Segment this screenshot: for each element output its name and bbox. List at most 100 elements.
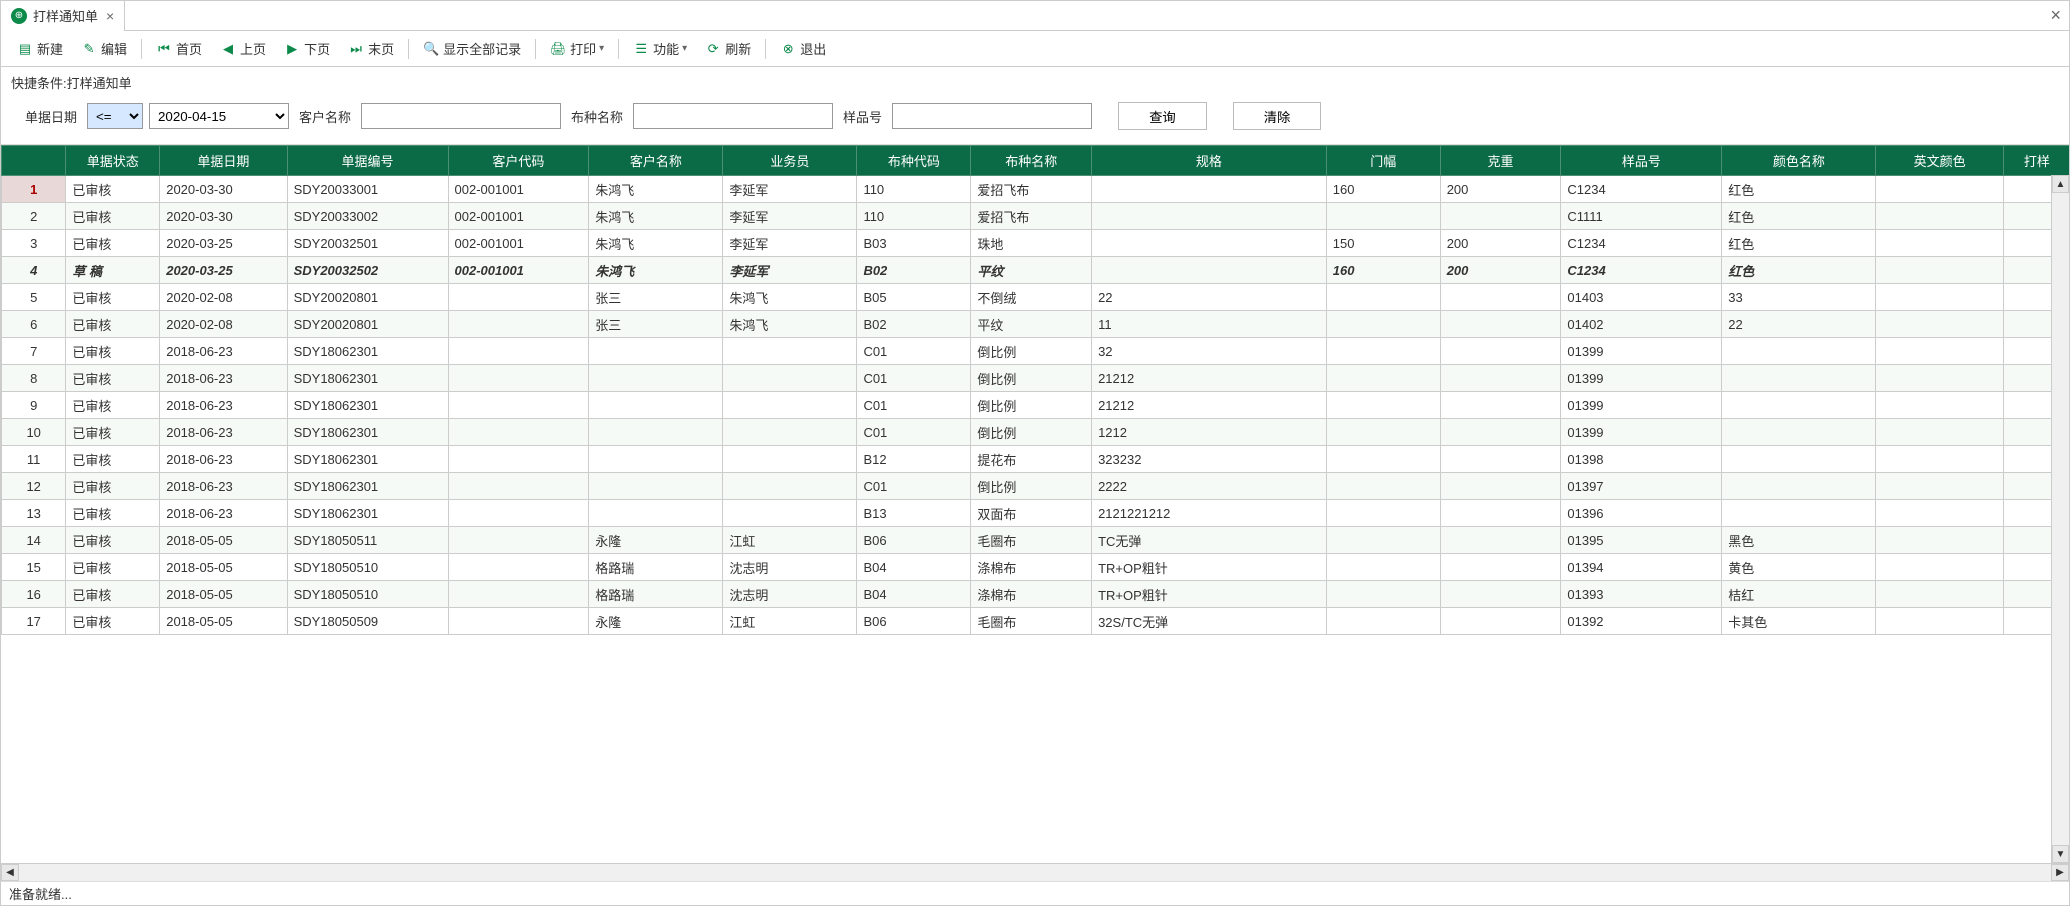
row-number[interactable]: 2	[2, 203, 66, 230]
cell-width[interactable]	[1326, 419, 1440, 446]
cell-ecolor[interactable]	[1876, 365, 2003, 392]
column-header[interactable]: 客户代码	[448, 146, 589, 176]
cell-date[interactable]: 2018-06-23	[160, 392, 287, 419]
cell-color[interactable]	[1722, 365, 1876, 392]
row-number[interactable]: 5	[2, 284, 66, 311]
cell-spec[interactable]: 2121221212	[1092, 500, 1327, 527]
cell-spec[interactable]: 11	[1092, 311, 1327, 338]
column-header[interactable]: 业务员	[723, 146, 857, 176]
first-page-button[interactable]: ⏮ 首页	[148, 36, 210, 61]
cell-code[interactable]: SDY18062301	[287, 365, 448, 392]
cell-code[interactable]: SDY20032501	[287, 230, 448, 257]
cell-spec[interactable]: 32S/TC无弹	[1092, 608, 1327, 635]
cell-color[interactable]	[1722, 446, 1876, 473]
cell-fcode[interactable]: B13	[857, 500, 971, 527]
cell-fname[interactable]: 倒比例	[971, 419, 1092, 446]
cell-weight[interactable]	[1440, 284, 1561, 311]
row-number[interactable]: 4	[2, 257, 66, 284]
column-header[interactable]: 克重	[1440, 146, 1561, 176]
table-row[interactable]: 6已审核2020-02-08SDY20020801张三朱鸿飞B02平纹11014…	[2, 311, 2070, 338]
column-header[interactable]	[2, 146, 66, 176]
cell-fcode[interactable]: B06	[857, 608, 971, 635]
cell-code[interactable]: SDY20032502	[287, 257, 448, 284]
cell-code[interactable]: SDY18050510	[287, 554, 448, 581]
cell-fcode[interactable]: C01	[857, 473, 971, 500]
cell-width[interactable]	[1326, 311, 1440, 338]
cell-fname[interactable]: 双面布	[971, 500, 1092, 527]
cell-code[interactable]: SDY18062301	[287, 500, 448, 527]
cell-spec[interactable]	[1092, 257, 1327, 284]
cell-status[interactable]: 已审核	[66, 176, 160, 203]
cell-width[interactable]	[1326, 392, 1440, 419]
row-number[interactable]: 8	[2, 365, 66, 392]
cell-weight[interactable]	[1440, 608, 1561, 635]
cell-sample[interactable]: 01395	[1561, 527, 1722, 554]
cell-sales[interactable]: 江虹	[723, 608, 857, 635]
table-row[interactable]: 2已审核2020-03-30SDY20033002002-001001朱鸿飞李延…	[2, 203, 2070, 230]
row-number[interactable]: 10	[2, 419, 66, 446]
cell-status[interactable]: 已审核	[66, 230, 160, 257]
cell-cname[interactable]	[589, 473, 723, 500]
fabric-input[interactable]	[633, 103, 833, 129]
cell-ecolor[interactable]	[1876, 581, 2003, 608]
query-button[interactable]: 查询	[1118, 102, 1207, 130]
cell-date[interactable]: 2020-03-30	[160, 203, 287, 230]
row-number[interactable]: 14	[2, 527, 66, 554]
cell-color[interactable]	[1722, 392, 1876, 419]
cell-sales[interactable]	[723, 338, 857, 365]
column-header[interactable]: 规格	[1092, 146, 1327, 176]
cell-sales[interactable]	[723, 419, 857, 446]
cell-color[interactable]: 红色	[1722, 230, 1876, 257]
cell-weight[interactable]	[1440, 365, 1561, 392]
sample-input[interactable]	[892, 103, 1092, 129]
cell-sales[interactable]: 李延军	[723, 203, 857, 230]
row-number[interactable]: 17	[2, 608, 66, 635]
cell-sample[interactable]: C1234	[1561, 176, 1722, 203]
cell-status[interactable]: 已审核	[66, 311, 160, 338]
cell-status[interactable]: 已审核	[66, 446, 160, 473]
cell-sample[interactable]: 01399	[1561, 392, 1722, 419]
cell-fcode[interactable]: 110	[857, 176, 971, 203]
column-header[interactable]: 布种代码	[857, 146, 971, 176]
cell-status[interactable]: 已审核	[66, 608, 160, 635]
cell-spec[interactable]: TR+OP粗针	[1092, 554, 1327, 581]
cell-fcode[interactable]: B04	[857, 554, 971, 581]
cell-weight[interactable]	[1440, 554, 1561, 581]
cell-fcode[interactable]: B05	[857, 284, 971, 311]
cell-sales[interactable]	[723, 500, 857, 527]
column-header[interactable]: 打样	[2003, 146, 2069, 176]
cell-ecolor[interactable]	[1876, 176, 2003, 203]
cell-color[interactable]: 黄色	[1722, 554, 1876, 581]
cell-spec[interactable]	[1092, 176, 1327, 203]
cell-spec[interactable]: 1212	[1092, 419, 1327, 446]
cell-code[interactable]: SDY18062301	[287, 338, 448, 365]
cell-sample[interactable]: 01392	[1561, 608, 1722, 635]
cell-cname[interactable]	[589, 338, 723, 365]
cell-fname[interactable]: 毛圈布	[971, 527, 1092, 554]
cell-cust[interactable]	[448, 608, 589, 635]
cell-weight[interactable]	[1440, 527, 1561, 554]
table-row[interactable]: 12已审核2018-06-23SDY18062301C01倒比例22220139…	[2, 473, 2070, 500]
cell-weight[interactable]	[1440, 500, 1561, 527]
cell-date[interactable]: 2018-05-05	[160, 608, 287, 635]
cell-cust[interactable]	[448, 473, 589, 500]
column-header[interactable]: 颜色名称	[1722, 146, 1876, 176]
cell-weight[interactable]	[1440, 473, 1561, 500]
customer-input[interactable]	[361, 103, 561, 129]
edit-button[interactable]: ✎ 编辑	[73, 36, 135, 61]
cell-ecolor[interactable]	[1876, 392, 2003, 419]
cell-code[interactable]: SDY20020801	[287, 311, 448, 338]
cell-ecolor[interactable]	[1876, 311, 2003, 338]
cell-code[interactable]: SDY18050511	[287, 527, 448, 554]
cell-cust[interactable]	[448, 365, 589, 392]
cell-spec[interactable]: 2222	[1092, 473, 1327, 500]
cell-fname[interactable]: 倒比例	[971, 473, 1092, 500]
cell-code[interactable]: SDY20020801	[287, 284, 448, 311]
function-button[interactable]: ☰ 功能 ▾	[625, 36, 695, 61]
row-number[interactable]: 12	[2, 473, 66, 500]
cell-cname[interactable]: 朱鸿飞	[589, 176, 723, 203]
cell-cust[interactable]: 002-001001	[448, 176, 589, 203]
prev-page-button[interactable]: ◀ 上页	[212, 36, 274, 61]
cell-sample[interactable]: C1234	[1561, 257, 1722, 284]
cell-weight[interactable]	[1440, 392, 1561, 419]
